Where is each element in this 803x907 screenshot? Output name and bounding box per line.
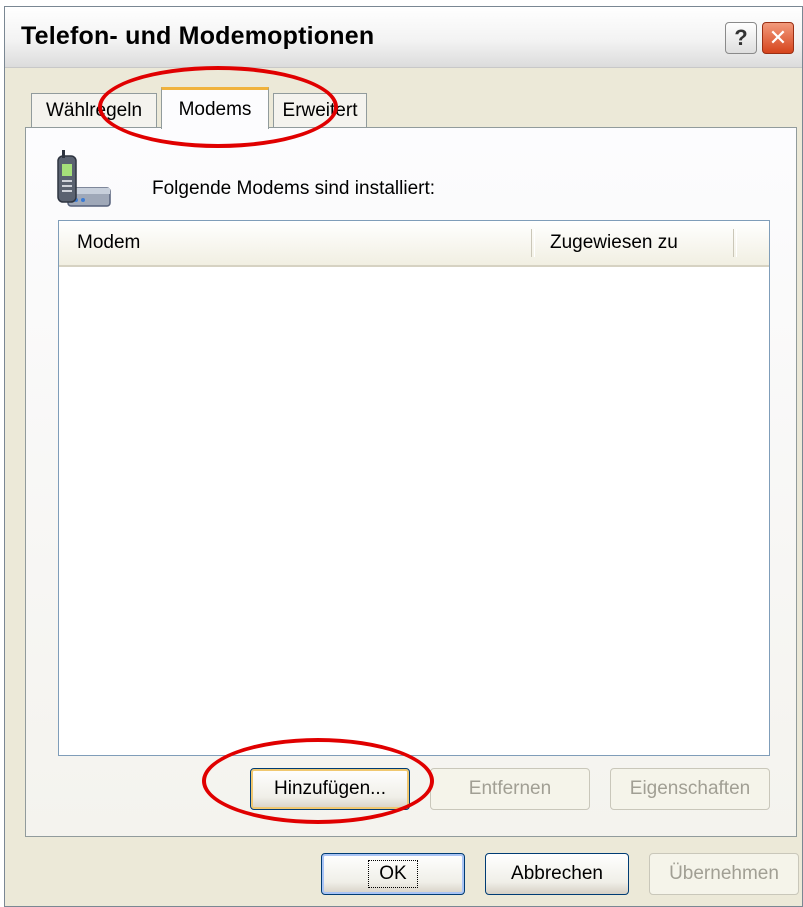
- close-button[interactable]: ✕: [762, 22, 794, 54]
- tab-label: Modems: [178, 98, 252, 120]
- add-button[interactable]: Hinzufügen...: [250, 768, 410, 810]
- remove-button-label: Entfernen: [468, 778, 552, 799]
- apply-button[interactable]: Übernehmen: [649, 853, 799, 895]
- tab-label: Erweitert: [282, 99, 358, 121]
- properties-button[interactable]: Eigenschaften: [610, 768, 770, 810]
- column-header-modem[interactable]: Modem: [77, 221, 140, 265]
- help-button[interactable]: ?: [725, 22, 757, 54]
- modems-tab-panel: Folgende Modems sind installiert: Modem …: [25, 127, 797, 837]
- help-icon: ?: [734, 25, 748, 50]
- properties-button-label: Eigenschaften: [629, 778, 751, 799]
- list-header: Modem Zugewiesen zu: [59, 221, 769, 267]
- window-title: Telefon- und Modemoptionen: [21, 22, 375, 50]
- remove-button[interactable]: Entfernen: [430, 768, 590, 810]
- add-button-label: Hinzufügen...: [274, 778, 386, 799]
- tab-waehlregeln[interactable]: Wählregeln: [31, 93, 157, 127]
- column-header-zugewiesen[interactable]: Zugewiesen zu: [550, 221, 678, 265]
- column-divider[interactable]: [531, 229, 535, 257]
- apply-button-label: Übernehmen: [669, 863, 779, 884]
- tab-erweitert[interactable]: Erweitert: [273, 93, 367, 127]
- dialog-window: Telefon- und Modemoptionen ? ✕ Wählregel…: [4, 6, 803, 907]
- tab-label: Wählregeln: [45, 99, 143, 121]
- phone-modem-icon: [57, 150, 111, 207]
- modem-list[interactable]: Modem Zugewiesen zu: [58, 220, 770, 756]
- ok-button[interactable]: OK: [321, 853, 465, 895]
- tab-modems[interactable]: Modems: [161, 87, 269, 129]
- column-divider[interactable]: [733, 229, 737, 257]
- cancel-button-label: Abbrechen: [511, 863, 603, 884]
- cancel-button[interactable]: Abbrechen: [485, 853, 629, 895]
- title-bar[interactable]: Telefon- und Modemoptionen ? ✕: [5, 7, 802, 68]
- close-icon: ✕: [768, 25, 788, 50]
- modems-intro-text: Folgende Modems sind installiert:: [152, 178, 436, 199]
- ok-button-label: OK: [368, 860, 418, 888]
